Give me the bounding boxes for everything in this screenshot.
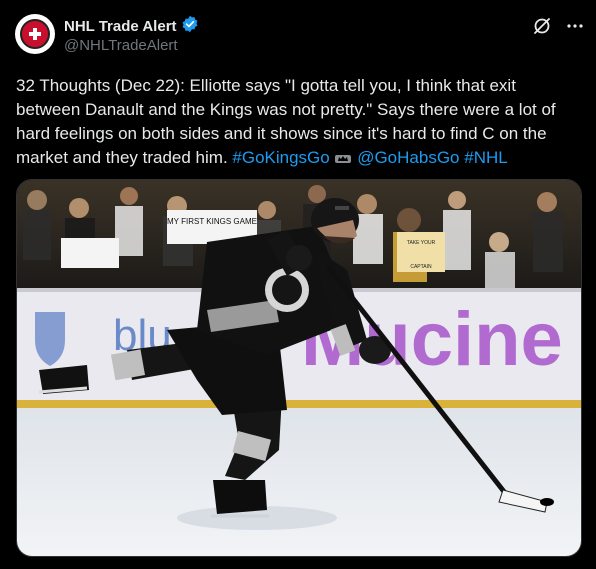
fan-sign-text-1: MY FIRST KINGS GAME <box>167 217 257 226</box>
author-name-row: NHL Trade Alert <box>64 15 199 38</box>
fan-sign-text-3: CAPTAIN <box>410 264 432 270</box>
tweet-card: NHL Trade Alert @NHLTradeAlert 32 Though… <box>0 0 596 569</box>
mention-gohabsgo[interactable]: @GoHabsGo <box>357 148 459 167</box>
tweet-photo[interactable]: MY FIRST KINGS GAME TAKE YOUR CAPTAIN bl… <box>16 179 582 557</box>
fan-sign-text-2: TAKE YOUR <box>407 240 436 246</box>
author-name[interactable]: NHL Trade Alert <box>64 18 177 35</box>
hashtag-gokingsgo[interactable]: #GoKingsGo <box>232 148 329 167</box>
author-handle[interactable]: @NHLTradeAlert <box>64 37 178 54</box>
tweet-text: 32 Thoughts (Dec 22): Elliotte says "I g… <box>16 74 584 170</box>
avatar[interactable] <box>15 14 55 54</box>
verified-badge-icon <box>181 15 199 38</box>
more-icon[interactable] <box>566 17 584 40</box>
kings-crown-emoji-icon <box>334 148 352 167</box>
puck <box>540 498 554 506</box>
grok-icon[interactable] <box>532 16 552 41</box>
hashtag-nhl[interactable]: #NHL <box>464 148 507 167</box>
tweet-actions-top <box>532 16 584 41</box>
hockey-player-photo: MY FIRST KINGS GAME TAKE YOUR CAPTAIN bl… <box>17 180 581 556</box>
nhl-trade-alert-logo-icon <box>20 19 50 49</box>
